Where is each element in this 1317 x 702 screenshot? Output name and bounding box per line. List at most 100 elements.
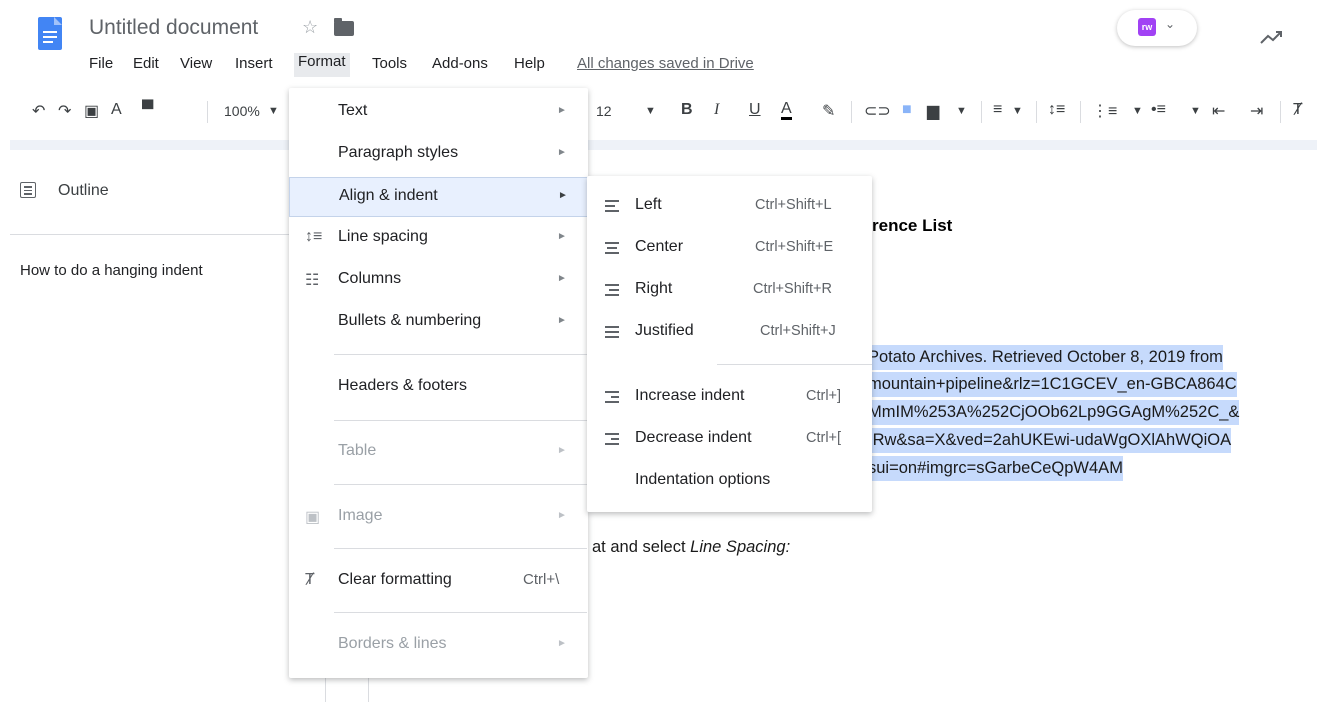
- submenu-arrow-icon: ►: [557, 445, 567, 456]
- menu-item-label: Line spacing: [338, 228, 428, 245]
- menu-help[interactable]: Help: [514, 55, 545, 72]
- menu-item-label: Table: [338, 442, 377, 459]
- undo-icon[interactable]: ↶: [32, 101, 45, 121]
- format-menu-item-clear-formatting[interactable]: Ⱦ Clear formatting Ctrl+\: [289, 562, 588, 600]
- format-menu-item-align-indent[interactable]: Align & indent ►: [289, 177, 588, 217]
- link-icon[interactable]: ⊂⊃: [864, 101, 891, 121]
- toolbar-divider: [1280, 101, 1281, 123]
- toolbar-divider: [851, 101, 852, 123]
- menu-tools[interactable]: Tools: [372, 55, 407, 72]
- menu-file[interactable]: File: [89, 55, 113, 72]
- document-title[interactable]: Untitled document: [89, 16, 258, 40]
- format-menu-item-headers-footers[interactable]: Headers & footers: [289, 368, 588, 406]
- highlighted-text-line[interactable]: Potato Archives. Retrieved October 8, 20…: [868, 345, 1223, 370]
- format-menu-item-columns[interactable]: ☷ Columns ►: [289, 261, 588, 299]
- bulleted-list-caret-icon[interactable]: ▼: [1190, 105, 1201, 117]
- bulleted-list-icon[interactable]: •≡: [1151, 101, 1166, 119]
- paint-format-icon[interactable]: ▀: [142, 101, 153, 119]
- bold-button[interactable]: B: [681, 101, 693, 119]
- spellcheck-icon[interactable]: A: [111, 101, 122, 119]
- insert-comment-icon[interactable]: ■: [902, 101, 912, 119]
- clear-formatting-icon[interactable]: Ⱦ: [1293, 101, 1303, 119]
- outline-icon[interactable]: [20, 182, 36, 198]
- format-menu-item-image[interactable]: ▣ Image ►: [289, 498, 588, 536]
- align-justified-item[interactable]: Justified Ctrl+Shift+J: [587, 312, 872, 352]
- menu-addons[interactable]: Add-ons: [432, 55, 488, 72]
- increase-indent-icon[interactable]: ⇥: [1250, 101, 1263, 121]
- menu-format[interactable]: Format: [294, 53, 350, 77]
- highlighted-text-line[interactable]: MmIM%253A%252CjOOb62Lp9GGAgM%252C_&: [868, 400, 1240, 425]
- numbered-list-caret-icon[interactable]: ▼: [1132, 105, 1143, 117]
- numbered-list-icon[interactable]: ⋮≡: [1092, 101, 1117, 121]
- menu-item-label: Center: [635, 238, 684, 255]
- star-icon[interactable]: ☆: [302, 17, 318, 38]
- activity-trend-icon[interactable]: [1259, 28, 1285, 46]
- decrease-indent-item[interactable]: Decrease indent Ctrl+[: [587, 419, 872, 459]
- highlighted-text-line[interactable]: sui=on#imgrc=sGarbeCeQpW4AM: [868, 456, 1123, 481]
- ruler-strip: [10, 140, 1317, 150]
- menu-edit[interactable]: Edit: [133, 55, 159, 72]
- zoom-caret-icon[interactable]: ▼: [268, 105, 279, 117]
- format-menu-item-text[interactable]: Text ►: [289, 93, 588, 131]
- logo-line: [43, 36, 57, 38]
- docs-logo-icon[interactable]: [38, 17, 62, 50]
- format-menu-item-borders-lines[interactable]: Borders & lines ►: [289, 626, 588, 664]
- menu-divider: [334, 484, 587, 485]
- outline-heading-link[interactable]: How to do a hanging indent: [20, 262, 203, 279]
- saved-status-link[interactable]: All changes saved in Drive: [577, 55, 754, 72]
- font-size-input[interactable]: 12: [596, 103, 612, 119]
- document-instruction-text: at and select Line Spacing:: [592, 538, 790, 557]
- addon-button[interactable]: rw ⌄: [1117, 10, 1197, 46]
- zoom-select[interactable]: 100%: [224, 103, 260, 119]
- menu-item-label: Decrease indent: [635, 429, 752, 446]
- line-spacing-icon: ↕≡: [305, 228, 323, 245]
- toolbar-divider: [981, 101, 982, 123]
- menu-item-label: Justified: [635, 322, 694, 339]
- submenu-arrow-icon: ►: [557, 231, 567, 242]
- decrease-indent-icon[interactable]: ⇤: [1212, 101, 1225, 121]
- menu-item-shortcut: Ctrl+[: [806, 430, 842, 446]
- highlight-color-icon[interactable]: ✎: [822, 101, 835, 121]
- decrease-indent-icon: [605, 433, 621, 447]
- font-size-caret-icon[interactable]: ▼: [645, 105, 656, 117]
- italic-button[interactable]: I: [714, 101, 719, 119]
- format-menu-item-table[interactable]: Table ►: [289, 433, 588, 471]
- align-right-item[interactable]: Right Ctrl+Shift+R: [587, 270, 872, 310]
- page-edge: [325, 676, 369, 702]
- outline-label: Outline: [58, 182, 109, 199]
- redo-icon[interactable]: ↷: [58, 101, 71, 121]
- submenu-arrow-icon: ►: [557, 315, 567, 326]
- submenu-arrow-icon: ►: [557, 510, 567, 521]
- format-menu: Text ► Paragraph styles ► Align & indent…: [289, 88, 588, 678]
- format-menu-item-line-spacing[interactable]: ↕≡ Line spacing ►: [289, 219, 588, 257]
- print-icon[interactable]: ▣: [84, 101, 99, 121]
- format-menu-item-bullets-numbering[interactable]: Bullets & numbering ►: [289, 303, 588, 341]
- align-left-item[interactable]: Left Ctrl+Shift+L: [587, 186, 872, 226]
- format-menu-item-paragraph-styles[interactable]: Paragraph styles ►: [289, 135, 588, 173]
- image-caret-icon[interactable]: ▼: [956, 105, 967, 117]
- align-left-icon: [605, 200, 621, 214]
- increase-indent-item[interactable]: Increase indent Ctrl+]: [587, 377, 872, 417]
- folder-icon[interactable]: [334, 18, 354, 36]
- insert-image-icon[interactable]: ▆: [927, 101, 939, 121]
- align-icon[interactable]: ≡: [993, 101, 1002, 119]
- document-heading-text: rence List: [872, 216, 953, 235]
- align-caret-icon[interactable]: ▼: [1012, 105, 1023, 117]
- menu-item-label: Indentation options: [635, 471, 771, 488]
- logo-line: [43, 31, 57, 33]
- underline-button[interactable]: U: [749, 101, 761, 119]
- menu-item-label: Headers & footers: [338, 377, 467, 394]
- align-justified-icon: [605, 326, 621, 340]
- highlighted-text-line[interactable]: mountain+pipeline&rlz=1C1GCEV_en-GBCA864…: [868, 372, 1237, 397]
- menu-item-shortcut: Ctrl+Shift+E: [755, 239, 834, 255]
- increase-indent-icon: [605, 391, 621, 405]
- text-color-button[interactable]: A: [781, 101, 792, 120]
- line-spacing-icon[interactable]: ↕≡: [1048, 101, 1065, 119]
- highlighted-text-line[interactable]: :Rw&sa=X&ved=2ahUKEwi-udaWgOXlAhWQiOA: [868, 428, 1232, 453]
- indentation-options-item[interactable]: Indentation options: [587, 461, 872, 501]
- align-center-item[interactable]: Center Ctrl+Shift+E: [587, 228, 872, 268]
- menu-insert[interactable]: Insert: [235, 55, 273, 72]
- menu-item-label: Align & indent: [339, 187, 438, 204]
- submenu-arrow-icon: ►: [557, 638, 567, 649]
- menu-view[interactable]: View: [180, 55, 212, 72]
